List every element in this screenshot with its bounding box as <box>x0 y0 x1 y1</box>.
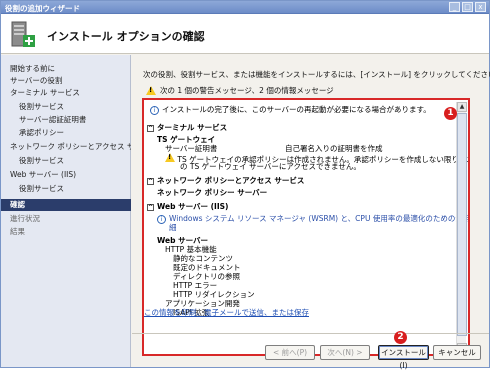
restart-info-text: インストールの完了後に、このサーバーの再起動が必要になる場合があります。 <box>162 105 431 114</box>
page-title: インストール オプションの確認 <box>47 30 205 43</box>
callout-1: 1 <box>444 107 457 120</box>
http-errors-label: HTTP エラー <box>173 281 218 290</box>
footer-separator <box>132 333 489 334</box>
cancel-button[interactable]: キャンセル <box>433 345 481 360</box>
collapse-icon[interactable]: ^ <box>147 203 154 211</box>
nav-item-before-you-begin[interactable]: 開始する前に <box>1 63 131 75</box>
wizard-header: インストール オプションの確認 <box>1 14 489 54</box>
nav-item-progress: 進行状況 <box>10 214 40 223</box>
nav-item-results: 結果 <box>10 227 25 236</box>
server-cert-label: サーバー証明書 <box>165 144 218 153</box>
window-title: 役割の追加ウィザード <box>5 4 80 13</box>
ts-warning-text-2: の TS ゲートウェイ サーバーにアクセスできません。 <box>180 162 361 171</box>
npas-section-header[interactable]: ^ ネットワーク ポリシーとアクセス サービス <box>147 176 304 185</box>
iis-section-title: Web サーバー (IIS) <box>157 202 229 211</box>
default-document-label: 既定のドキュメント <box>173 263 241 272</box>
wizard-nav: 開始する前に サーバーの役割 ターミナル サービス 役割サービス サーバー認証証… <box>1 55 131 367</box>
panel-scrollbar[interactable]: ▲ ▼ <box>456 102 467 353</box>
warning-icon <box>146 86 156 95</box>
maximize-button[interactable]: □ <box>462 2 473 12</box>
print-email-save-link[interactable]: この情報を印刷、電子メールで送信、または保存 <box>144 307 309 318</box>
wsrm-info-text-1: Windows システム リソース マネージャ (WSRM) と、CPU 使用率… <box>169 214 470 223</box>
window-controls: _ □ x <box>449 2 486 12</box>
warning-summary: 次の 1 個の警告メッセージ、2 個の情報メッセージ <box>146 85 334 96</box>
warning-summary-text: 次の 1 個の警告メッセージ、2 個の情報メッセージ <box>160 86 334 95</box>
minimize-button[interactable]: _ <box>449 2 460 12</box>
nav-item-terminal-services[interactable]: ターミナル サービス <box>1 87 131 99</box>
intro-text: 次の役割、役割サービス、または機能をインストールするには、[インストール] をク… <box>143 70 490 79</box>
close-button[interactable]: x <box>475 2 486 12</box>
collapse-icon[interactable]: ^ <box>147 177 154 185</box>
info-icon: i <box>157 214 166 224</box>
nav-item-server-cert[interactable]: サーバー認証証明書 <box>1 114 131 126</box>
http-common-label: HTTP 基本機能 <box>165 245 217 254</box>
wsrm-info-link[interactable]: i Windows システム リソース マネージャ (WSRM) と、CPU 使用… <box>157 214 470 224</box>
dir-browsing-label: ディレクトリの参照 <box>173 272 240 281</box>
nav-item-npas[interactable]: ネットワーク ポリシーとアクセス サービ... <box>1 141 131 153</box>
title-bar: 役割の追加ウィザード _ □ x <box>1 1 489 14</box>
ts-section-header[interactable]: ^ ターミナル サービス <box>147 123 227 132</box>
scroll-up-button[interactable]: ▲ <box>457 102 467 112</box>
info-icon: i <box>150 105 159 115</box>
http-redirect-label: HTTP リダイレクション <box>173 290 255 299</box>
server-add-icon <box>11 21 35 47</box>
nav-item-npas-role-services[interactable]: 役割サービス <box>1 155 131 167</box>
nav-item-confirmation[interactable]: 確認 <box>1 199 131 211</box>
nav-item-iis-role-services[interactable]: 役割サービス <box>1 183 131 195</box>
scroll-thumb[interactable] <box>457 113 467 336</box>
install-button[interactable]: インストール(I) <box>378 345 429 370</box>
nav-item-server-roles[interactable]: サーバーの役割 <box>1 75 131 87</box>
ts-section-title: ターミナル サービス <box>157 123 228 132</box>
collapse-icon[interactable]: ^ <box>147 124 154 132</box>
back-button[interactable]: < 前へ(P) <box>265 345 315 360</box>
server-cert-value: 自己署名入りの証明書を作成 <box>285 144 383 153</box>
next-button[interactable]: 次へ(N) > <box>320 345 370 360</box>
nav-item-iis[interactable]: Web サーバー (IIS) <box>1 169 131 181</box>
npas-server-label: ネットワーク ポリシー サーバー <box>157 188 268 197</box>
warning-icon <box>165 153 175 162</box>
wsrm-info-text-2[interactable]: 細 <box>169 223 177 232</box>
wizard-window: 役割の追加ウィザード _ □ x インストール オプションの確認 開始する前に … <box>0 0 490 370</box>
web-server-label: Web サーバー <box>157 236 208 245</box>
nav-item-authorization-policy[interactable]: 承認ポリシー <box>1 127 131 139</box>
npas-section-title: ネットワーク ポリシーとアクセス サービス <box>157 176 305 185</box>
ts-gateway-label: TS ゲートウェイ <box>157 135 216 144</box>
callout-2: 2 <box>394 331 407 344</box>
nav-item-ts-role-services[interactable]: 役割サービス <box>1 101 131 113</box>
restart-info: i インストールの完了後に、このサーバーの再起動が必要になる場合があります。 <box>150 105 431 115</box>
static-content-label: 静的なコンテンツ <box>173 254 233 263</box>
iis-section-header[interactable]: ^ Web サーバー (IIS) <box>147 202 228 211</box>
content-area: 次の役割、役割サービス、または機能をインストールするには、[インストール] をク… <box>132 55 490 370</box>
